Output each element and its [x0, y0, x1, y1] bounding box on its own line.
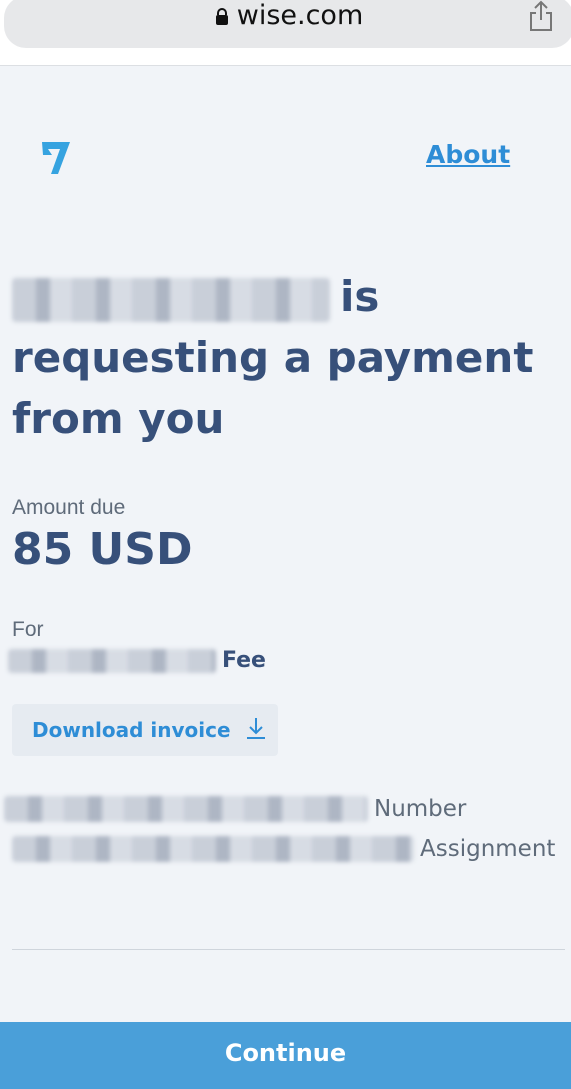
divider — [12, 949, 565, 950]
for-label: For — [12, 618, 44, 641]
note-line-suffix: Assignment — [420, 836, 556, 862]
redacted-requester-name — [12, 277, 330, 322]
lock-icon — [215, 1, 229, 32]
amount-label: Amount due — [12, 496, 126, 519]
redacted-purpose — [8, 649, 216, 673]
download-invoice-button[interactable]: Download invoice — [12, 704, 278, 756]
redacted-note — [12, 836, 414, 862]
download-arrow-icon — [245, 716, 267, 745]
note-line: Assignment — [12, 836, 555, 862]
browser-address-bar: wise.com — [0, 0, 571, 66]
page-title: is requesting a payment from you — [12, 266, 562, 449]
note-line-suffix: Number — [374, 796, 467, 822]
wise-logo-icon[interactable] — [38, 138, 74, 181]
share-icon[interactable] — [528, 0, 554, 37]
url-text: wise.com — [236, 0, 364, 31]
download-invoice-label: Download invoice — [32, 718, 231, 742]
note-line: Number — [4, 796, 466, 822]
redacted-note — [4, 796, 368, 822]
for-value-suffix: Fee — [222, 648, 266, 673]
amount-value: 85 USD — [12, 524, 193, 575]
continue-button[interactable]: Continue — [0, 1022, 571, 1089]
for-value: Fee — [8, 648, 266, 673]
url-field[interactable]: wise.com — [4, 0, 571, 48]
about-link[interactable]: About — [426, 140, 510, 169]
